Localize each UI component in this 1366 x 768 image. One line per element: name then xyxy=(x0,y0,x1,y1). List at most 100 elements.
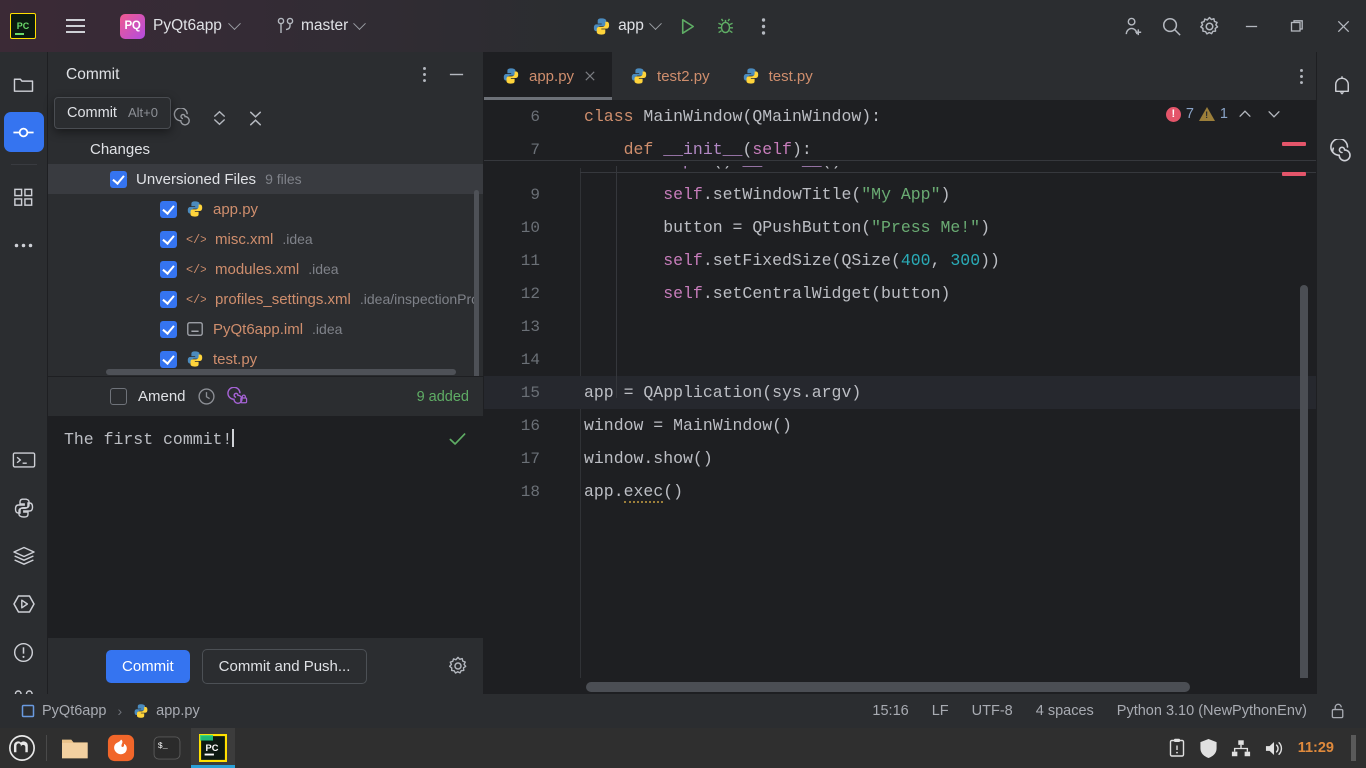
previous-problem-button[interactable] xyxy=(1237,106,1253,122)
file-checkbox[interactable] xyxy=(160,350,177,368)
panel-grip[interactable] xyxy=(1351,735,1356,761)
clipboard-tray-icon[interactable] xyxy=(1168,738,1186,758)
tab-test2-py[interactable]: test2.py xyxy=(612,52,724,100)
file-checkbox[interactable] xyxy=(160,200,177,218)
editor-area: app.py test2.py test.py ! 7 ! 1 6 class … xyxy=(484,52,1316,694)
code-line[interactable]: 10 button = QPushButton("Press Me!") xyxy=(484,211,1316,244)
git-branch-selector[interactable]: master xyxy=(269,12,372,41)
generate-message-button[interactable] xyxy=(168,103,198,133)
code-line[interactable]: 9 self.setWindowTitle("My App") xyxy=(484,178,1316,211)
code-line-torn[interactable]: 8 super().__init__() xyxy=(484,166,1316,178)
tab-test-py[interactable]: test.py xyxy=(724,52,827,100)
amend-checkbox[interactable] xyxy=(110,388,127,405)
file-checkbox[interactable] xyxy=(160,320,177,338)
sidebar-item-run[interactable] xyxy=(4,584,44,624)
python-icon xyxy=(14,498,33,518)
main-menu-button[interactable] xyxy=(58,9,92,43)
notifications-button[interactable] xyxy=(1322,66,1362,106)
code-editor[interactable]: ! 7 1 6 xyxy=(484,100,1316,678)
tree-group-unversioned-files[interactable]: Unversioned Files 9 files xyxy=(48,164,483,194)
network-tray-icon[interactable] xyxy=(1231,739,1251,758)
line-separator[interactable]: LF xyxy=(925,700,956,722)
sidebar-item-services[interactable] xyxy=(4,536,44,576)
commit-options-button[interactable] xyxy=(409,60,439,90)
editor-horizontal-scrollbar[interactable] xyxy=(586,682,1190,692)
list-item[interactable]: </> profiles_settings.xml .idea/inspecti… xyxy=(48,284,483,314)
line-number: 18 xyxy=(520,482,540,501)
update-manager-tray-icon[interactable] xyxy=(1199,738,1218,759)
project-selector[interactable]: PQ PyQt6app xyxy=(112,9,247,44)
changes-horizontal-scrollbar[interactable] xyxy=(106,369,456,375)
line-content: button = QPushButton("Press Me!") xyxy=(584,218,990,237)
list-item[interactable]: </> misc.xml .idea xyxy=(48,224,483,254)
file-checkbox[interactable] xyxy=(160,260,177,278)
code-line-current[interactable]: 15 app = QApplication(sys.argv) xyxy=(484,376,1316,409)
sidebar-item-commit[interactable] xyxy=(3,112,44,152)
code-with-me-button[interactable] xyxy=(1114,7,1152,45)
gear-icon xyxy=(448,656,467,674)
code-line[interactable]: 18 app.exec() xyxy=(484,475,1316,508)
code-line[interactable]: 14 xyxy=(484,343,1316,376)
next-problem-button[interactable] xyxy=(1266,106,1282,122)
code-line[interactable]: 12 self.setCentralWidget(button) xyxy=(484,277,1316,310)
hide-panel-button[interactable] xyxy=(441,60,471,90)
group-checkbox[interactable] xyxy=(110,170,127,188)
sidebar-item-python-console[interactable] xyxy=(4,488,44,528)
close-button[interactable] xyxy=(1320,0,1366,52)
commit-message-history-button[interactable] xyxy=(197,387,216,406)
chevron-down-icon xyxy=(353,16,367,30)
commit-settings-button[interactable] xyxy=(447,655,469,677)
changes-vertical-scrollbar[interactable] xyxy=(474,190,479,376)
volume-tray-icon[interactable] xyxy=(1264,739,1285,758)
linux-mint-menu-button[interactable] xyxy=(0,734,44,762)
maximize-button[interactable] xyxy=(1274,0,1320,52)
file-checkbox[interactable] xyxy=(160,230,177,248)
sidebar-item-more-tool-windows[interactable] xyxy=(4,225,44,265)
code-line[interactable]: 11 self.setFixedSize(QSize(400, 300)) xyxy=(484,244,1316,277)
code-line[interactable]: 7 def __init__(self): xyxy=(484,133,1316,166)
commit-and-push-button[interactable]: Commit and Push... xyxy=(201,648,368,684)
generate-commit-message-button[interactable] xyxy=(226,386,248,407)
file-checkbox[interactable] xyxy=(160,290,177,308)
sidebar-item-problems[interactable] xyxy=(4,632,44,672)
close-icon[interactable] xyxy=(583,69,598,84)
commit-button[interactable]: Commit xyxy=(106,649,190,683)
code-line[interactable]: 13 xyxy=(484,310,1316,343)
minimize-button[interactable] xyxy=(1228,0,1274,52)
list-item[interactable]: </> modules.xml .idea xyxy=(48,254,483,284)
caret-position[interactable]: 15:16 xyxy=(865,700,915,722)
expand-collapse-button[interactable] xyxy=(204,103,234,133)
python-interpreter[interactable]: Python 3.10 (NewPythonEnv) xyxy=(1110,700,1314,722)
collapse-all-button[interactable] xyxy=(240,103,270,133)
more-actions-button[interactable] xyxy=(745,7,783,45)
tab-app-py[interactable]: app.py xyxy=(484,52,613,100)
list-item[interactable]: app.py xyxy=(48,194,483,224)
taskbar-item-terminal[interactable]: $_ xyxy=(145,728,189,768)
error-stripe-marker[interactable] xyxy=(1282,172,1306,176)
debug-button[interactable] xyxy=(707,7,745,45)
breadcrumb[interactable]: PyQt6app › app.py xyxy=(14,700,207,722)
settings-button[interactable] xyxy=(1190,7,1228,45)
search-everywhere-button[interactable] xyxy=(1152,7,1190,45)
commit-message-input[interactable]: The first commit! xyxy=(48,416,483,638)
sidebar-item-structure[interactable] xyxy=(4,177,44,217)
editor-vertical-scrollbar[interactable] xyxy=(1300,285,1308,678)
error-stripe-marker[interactable] xyxy=(1282,142,1306,146)
taskbar-item-firefox[interactable] xyxy=(99,728,143,768)
indent-setting[interactable]: 4 spaces xyxy=(1029,700,1101,722)
code-line[interactable]: 17 window.show() xyxy=(484,442,1316,475)
run-configuration-selector[interactable]: app xyxy=(583,12,669,41)
inspection-widget[interactable]: ! 7 1 xyxy=(1165,106,1282,122)
sidebar-item-project[interactable] xyxy=(4,64,44,104)
taskbar-item-pycharm[interactable]: PC xyxy=(191,728,235,768)
readonly-toggle[interactable] xyxy=(1323,699,1354,723)
taskbar-item-files[interactable] xyxy=(53,728,97,768)
run-button[interactable] xyxy=(669,7,707,45)
list-item[interactable]: PyQt6app.iml .idea xyxy=(48,314,483,344)
ai-assistant-button[interactable] xyxy=(1322,132,1362,172)
file-encoding[interactable]: UTF-8 xyxy=(965,700,1020,722)
sidebar-item-terminal[interactable] xyxy=(4,440,44,480)
code-line[interactable]: 16 window = MainWindow() xyxy=(484,409,1316,442)
tab-actions-button[interactable] xyxy=(1299,52,1316,100)
taskbar-clock[interactable]: 11:29 xyxy=(1298,740,1334,756)
